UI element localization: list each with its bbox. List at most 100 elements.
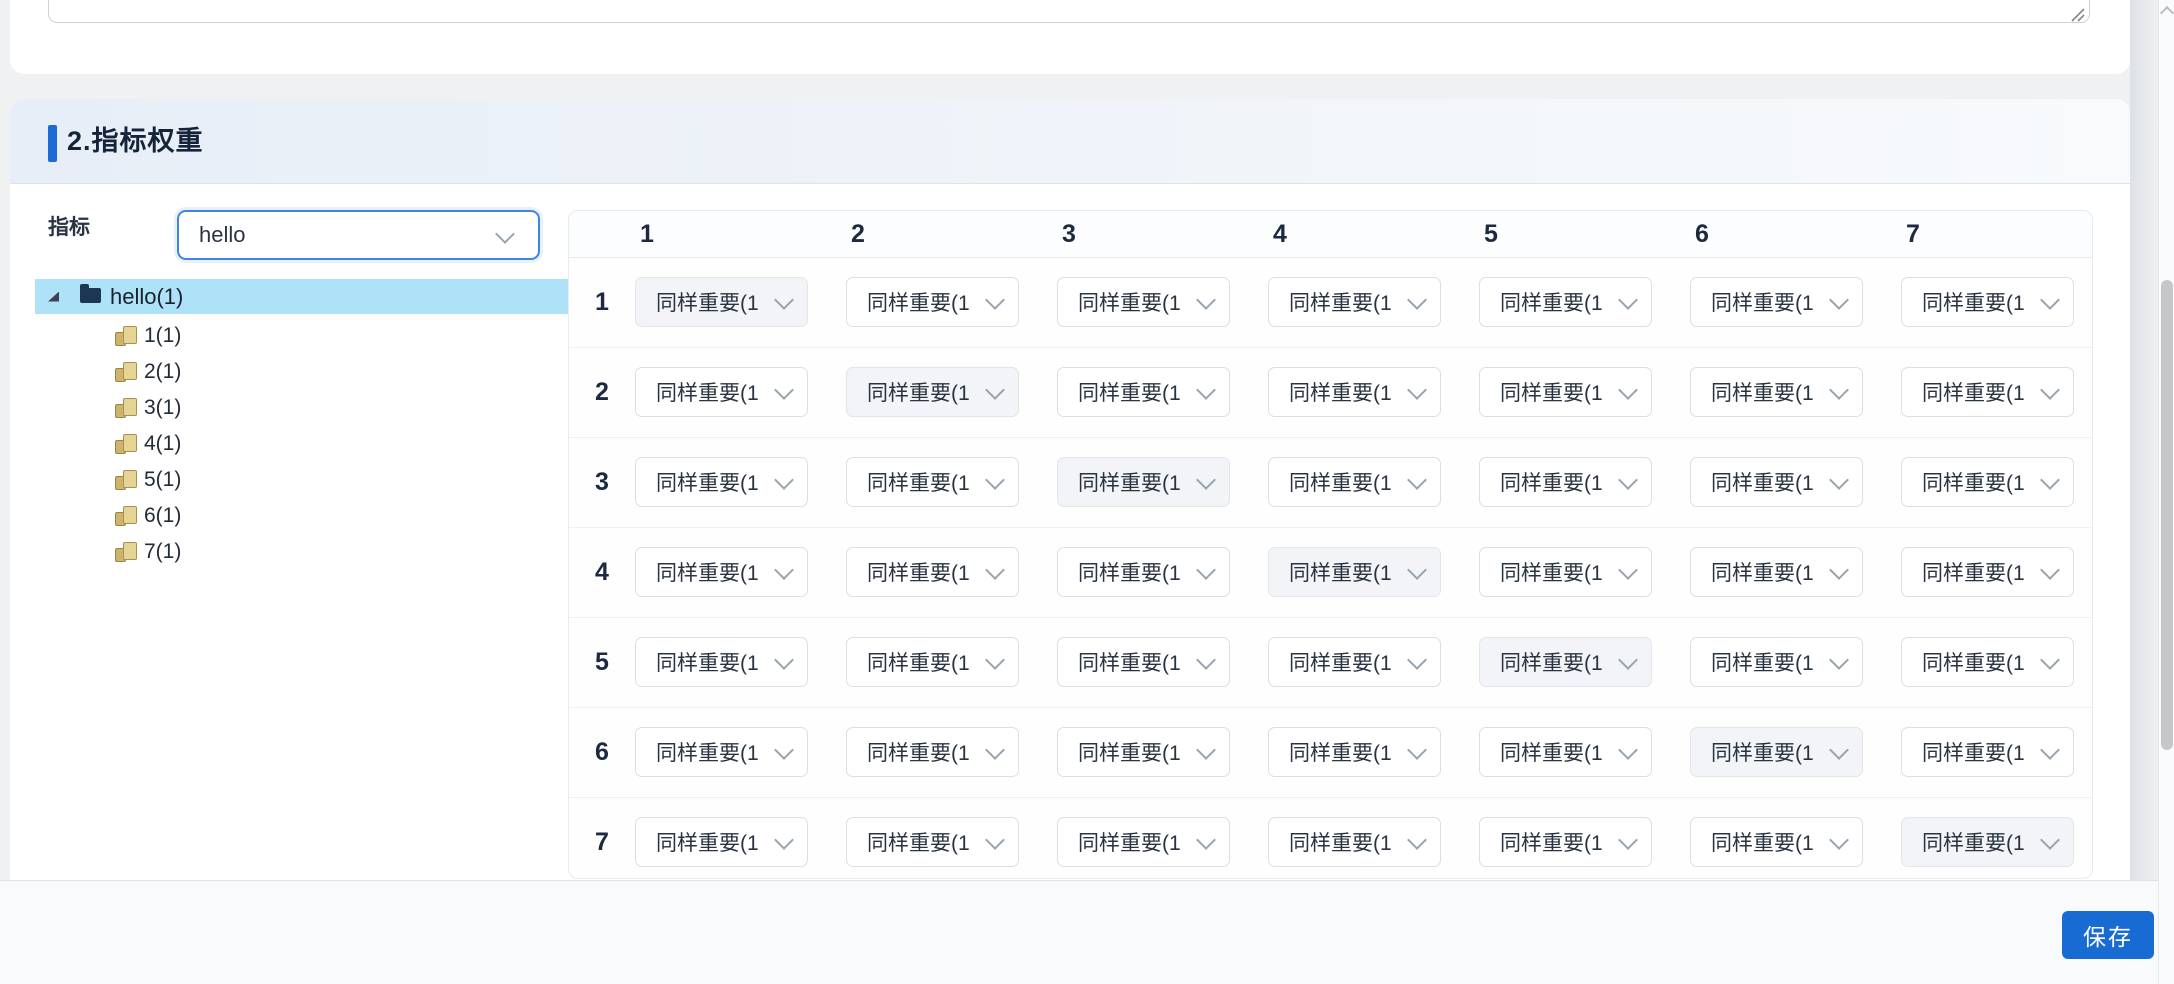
matrix-cell-dropdown[interactable]: 同样重要(1 (1057, 727, 1230, 777)
tree-item[interactable]: 5(1) (10, 462, 570, 498)
matrix-cell-dropdown[interactable]: 同样重要(1 (1268, 727, 1441, 777)
matrix-cell-dropdown[interactable]: 同样重要(1 (635, 637, 808, 687)
matrix-cell-dropdown[interactable]: 同样重要(1 (1690, 817, 1863, 867)
matrix-cell-dropdown[interactable]: 同样重要(1 (1901, 727, 2074, 777)
matrix-cell-dropdown[interactable]: 同样重要(1 (1479, 547, 1652, 597)
tree-item[interactable]: 1(1) (10, 318, 570, 354)
matrix-cell-value: 同样重要(1 (1078, 557, 1181, 587)
tree-item[interactable]: 3(1) (10, 390, 570, 426)
matrix-cell-dropdown[interactable]: 同样重要(1 (1479, 457, 1652, 507)
matrix-cell-dropdown[interactable]: 同样重要(1 (1479, 817, 1652, 867)
chevron-down-icon (774, 830, 794, 850)
chevron-down-icon (1829, 650, 1849, 670)
matrix-cell-value: 同样重要(1 (1500, 647, 1603, 677)
matrix-cell-dropdown[interactable]: 同样重要(1 (1901, 367, 2074, 417)
matrix-cell-dropdown[interactable]: 同样重要(1 (1690, 457, 1863, 507)
matrix-cell-dropdown[interactable]: 同样重要(1 (1057, 547, 1230, 597)
scrollbar-thumb[interactable] (2161, 280, 2173, 750)
chevron-down-icon (2040, 830, 2060, 850)
matrix-cell-value: 同样重要(1 (1078, 827, 1181, 857)
matrix-cell-value: 同样重要(1 (1922, 737, 2025, 767)
indicator-select[interactable]: hello (177, 210, 540, 260)
matrix-cell-dropdown: 同样重要(1 (635, 277, 808, 327)
matrix-cell-value: 同样重要(1 (1289, 827, 1392, 857)
top-panel (10, 0, 2130, 74)
matrix-cell-value: 同样重要(1 (656, 557, 759, 587)
tree-item-label: 2(1) (144, 360, 181, 384)
matrix-header-row: 1234567 (569, 211, 2092, 258)
matrix-cell-dropdown[interactable]: 同样重要(1 (846, 277, 1019, 327)
matrix-cell-dropdown[interactable]: 同样重要(1 (1268, 637, 1441, 687)
chevron-down-icon (1829, 830, 1849, 850)
matrix-cell-dropdown[interactable]: 同样重要(1 (1057, 817, 1230, 867)
matrix-cell-dropdown[interactable]: 同样重要(1 (1690, 637, 1863, 687)
matrix-cell-value: 同样重要(1 (867, 827, 970, 857)
matrix-cell-dropdown[interactable]: 同样重要(1 (1479, 277, 1652, 327)
matrix-cell-dropdown[interactable]: 同样重要(1 (635, 727, 808, 777)
indicator-weight-card: 2.指标权重 指标 hello hello(1) 1(1)2(1)3(1)4(1… (10, 99, 2130, 880)
matrix-cell-dropdown[interactable]: 同样重要(1 (635, 457, 808, 507)
matrix-row-header: 1 (569, 258, 635, 347)
matrix-column-header: 4 (1273, 211, 1287, 257)
matrix-cell-dropdown[interactable]: 同样重要(1 (635, 817, 808, 867)
matrix-cell-dropdown[interactable]: 同样重要(1 (1479, 367, 1652, 417)
matrix-cell-dropdown[interactable]: 同样重要(1 (1268, 817, 1441, 867)
resize-grip-icon[interactable] (2070, 8, 2086, 22)
matrix-cell-dropdown[interactable]: 同样重要(1 (846, 637, 1019, 687)
matrix-cell-value: 同样重要(1 (1922, 827, 2025, 857)
matrix-cell-dropdown[interactable]: 同样重要(1 (1901, 457, 2074, 507)
matrix-cell-dropdown[interactable]: 同样重要(1 (1901, 277, 2074, 327)
tree-item[interactable]: 7(1) (10, 534, 570, 570)
matrix-cell-dropdown[interactable]: 同样重要(1 (1057, 277, 1230, 327)
caret-expanded-icon[interactable] (48, 292, 59, 302)
tree-item[interactable]: 4(1) (10, 426, 570, 462)
matrix-row-header: 2 (569, 348, 635, 437)
matrix-cell-dropdown[interactable]: 同样重要(1 (1479, 727, 1652, 777)
matrix-cell-dropdown[interactable]: 同样重要(1 (846, 727, 1019, 777)
matrix-cell-dropdown[interactable]: 同样重要(1 (846, 547, 1019, 597)
matrix-cell-dropdown[interactable]: 同样重要(1 (1057, 637, 1230, 687)
vertical-scrollbar[interactable] (2158, 0, 2174, 984)
chevron-down-icon (1407, 560, 1427, 580)
app-root: 2.指标权重 指标 hello hello(1) 1(1)2(1)3(1)4(1… (0, 0, 2174, 984)
matrix-cell-dropdown[interactable]: 同样重要(1 (1268, 457, 1441, 507)
matrix-cell-dropdown[interactable]: 同样重要(1 (1901, 637, 2074, 687)
chevron-down-icon (1196, 470, 1216, 490)
top-textarea[interactable] (48, 0, 2090, 23)
matrix-cell-value: 同样重要(1 (1500, 827, 1603, 857)
matrix-cell-dropdown[interactable]: 同样重要(1 (1690, 367, 1863, 417)
chevron-down-icon (1407, 740, 1427, 760)
matrix-cell-dropdown[interactable]: 同样重要(1 (1268, 277, 1441, 327)
matrix-cell-value: 同样重要(1 (1289, 557, 1392, 587)
tree-item-label: 3(1) (144, 396, 181, 420)
tree-item-label: 1(1) (144, 324, 181, 348)
tree-item-root[interactable]: hello(1) (35, 279, 578, 314)
matrix-cell-value: 同样重要(1 (656, 467, 759, 497)
chevron-down-icon (774, 740, 794, 760)
tree-children: 1(1) 2(1) 3(1) 4(1)5(1)6(1)7(1) (10, 318, 570, 570)
matrix-cell-dropdown[interactable]: 同样重要(1 (846, 457, 1019, 507)
scroll-up-icon[interactable] (2160, 6, 2174, 20)
matrix-cell-dropdown[interactable]: 同样重要(1 (846, 817, 1019, 867)
matrix-cell-value: 同样重要(1 (1078, 287, 1181, 317)
tree-item[interactable]: 6(1) (10, 498, 570, 534)
chevron-down-icon (1618, 830, 1638, 850)
matrix-cell-dropdown[interactable]: 同样重要(1 (1690, 277, 1863, 327)
matrix-cell-value: 同样重要(1 (1711, 467, 1814, 497)
chevron-down-icon (1407, 290, 1427, 310)
chevron-down-icon (1618, 560, 1638, 580)
matrix-cell-dropdown[interactable]: 同样重要(1 (635, 547, 808, 597)
matrix-cell-value: 同样重要(1 (867, 377, 970, 407)
chevron-down-icon (1618, 380, 1638, 400)
save-button[interactable]: 保存 (2062, 911, 2154, 959)
matrix-cell-dropdown[interactable]: 同样重要(1 (1268, 367, 1441, 417)
matrix-cell-value: 同样重要(1 (1922, 647, 2025, 677)
tree-item[interactable]: 2(1) (10, 354, 570, 390)
matrix-row: 2同样重要(1同样重要(1同样重要(1同样重要(1同样重要(1同样重要(1同样重… (569, 347, 2092, 437)
matrix-cell-dropdown[interactable]: 同样重要(1 (635, 367, 808, 417)
matrix-cell-value: 同样重要(1 (656, 647, 759, 677)
matrix-cell-dropdown[interactable]: 同样重要(1 (1057, 367, 1230, 417)
matrix-cell-dropdown[interactable]: 同样重要(1 (1690, 547, 1863, 597)
matrix-cell-dropdown[interactable]: 同样重要(1 (1901, 547, 2074, 597)
matrix-row-header: 6 (569, 708, 635, 797)
